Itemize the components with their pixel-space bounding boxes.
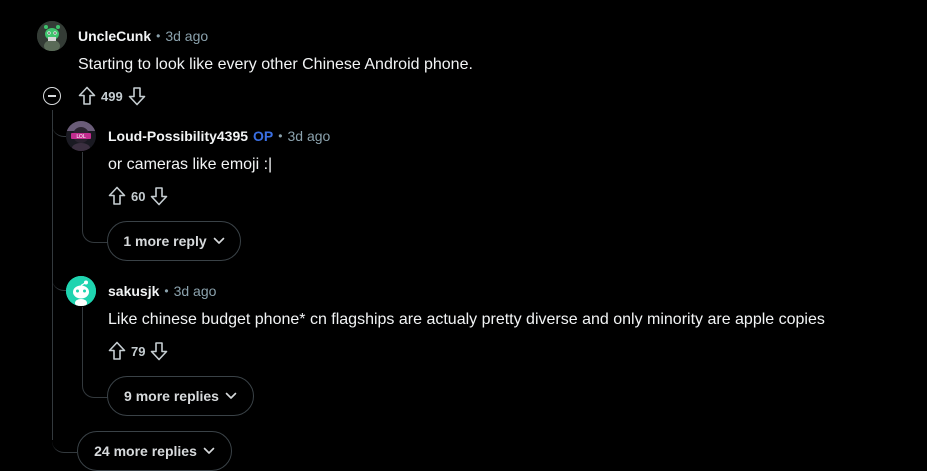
author-name[interactable]: sakusjk	[108, 283, 159, 299]
chevron-down-icon	[213, 237, 225, 245]
collapse-minus-icon[interactable]	[43, 87, 61, 105]
thread-line-reply2	[82, 307, 83, 385]
upvote-arrow-icon[interactable]	[77, 86, 97, 106]
thread-line-reply1	[82, 152, 83, 230]
thread-curve-reply1-more	[82, 220, 108, 243]
comment-body: Starting to look like every other Chines…	[78, 56, 473, 73]
thread-curve-reply1	[52, 118, 66, 137]
snoo-avatar-icon: LOL	[66, 121, 96, 151]
timestamp[interactable]: 3d ago	[165, 28, 208, 44]
comment-body: Like chinese budget phone* cn flagships …	[108, 311, 825, 328]
avatar[interactable]: LOL	[66, 121, 96, 151]
upvote-arrow-icon[interactable]	[107, 341, 127, 361]
comment-thread: UncleCunk • 3d ago Starting to look like…	[0, 0, 927, 471]
upvote-arrow-icon[interactable]	[107, 186, 127, 206]
snoo-avatar-icon	[37, 21, 67, 51]
downvote-arrow-icon[interactable]	[149, 186, 169, 206]
avatar[interactable]	[66, 276, 96, 306]
chevron-down-icon	[203, 447, 215, 455]
downvote-arrow-icon[interactable]	[149, 341, 169, 361]
snoo-avatar-icon	[66, 276, 96, 306]
more-replies-label: 24 more replies	[94, 443, 197, 459]
timestamp[interactable]: 3d ago	[174, 283, 217, 299]
separator-dot: •	[278, 129, 283, 143]
more-replies-label: 1 more reply	[123, 233, 207, 249]
author-name[interactable]: UncleCunk	[78, 28, 151, 44]
timestamp[interactable]: 3d ago	[287, 128, 330, 144]
comment-meta: sakusjk • 3d ago	[108, 283, 216, 299]
more-replies-label: 9 more replies	[124, 388, 219, 404]
more-replies-button[interactable]: 1 more reply	[107, 221, 241, 261]
thread-curve-reply2	[52, 270, 66, 291]
comment-body: or cameras like emoji :|	[108, 156, 273, 173]
comment-meta: UncleCunk • 3d ago	[78, 28, 208, 44]
thread-curve-top-more	[52, 430, 77, 453]
vote-count: 79	[131, 343, 146, 359]
avatar[interactable]	[37, 21, 67, 51]
more-replies-button[interactable]: 9 more replies	[107, 376, 254, 416]
downvote-arrow-icon[interactable]	[127, 86, 147, 106]
comment-meta: Loud-Possibility4395 OP • 3d ago	[108, 128, 330, 144]
vote-count: 499	[101, 88, 123, 104]
vote-bar: 499	[77, 86, 147, 106]
author-name[interactable]: Loud-Possibility4395	[108, 128, 248, 144]
more-replies-button[interactable]: 24 more replies	[77, 431, 232, 471]
vote-bar: 60	[107, 186, 169, 206]
svg-text:LOL: LOL	[76, 134, 86, 140]
vote-count: 60	[131, 188, 146, 204]
separator-dot: •	[156, 29, 161, 43]
thread-curve-reply2-more	[82, 375, 108, 398]
chevron-down-icon	[225, 392, 237, 400]
op-badge: OP	[253, 128, 274, 144]
separator-dot: •	[164, 284, 169, 298]
vote-bar: 79	[107, 341, 169, 361]
